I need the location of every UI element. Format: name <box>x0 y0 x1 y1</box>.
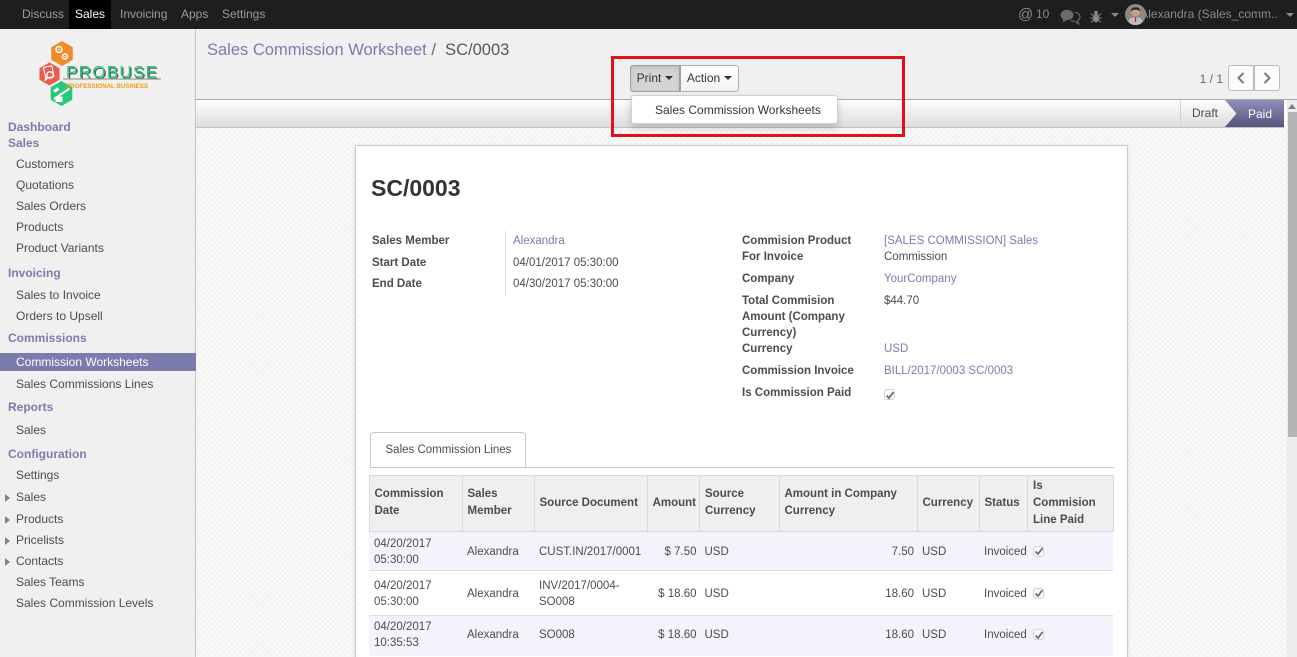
svg-text:Paid: Paid <box>1248 107 1272 121</box>
svg-text:PROFESSIONAL BUSINESS: PROFESSIONAL BUSINESS <box>66 83 148 90</box>
